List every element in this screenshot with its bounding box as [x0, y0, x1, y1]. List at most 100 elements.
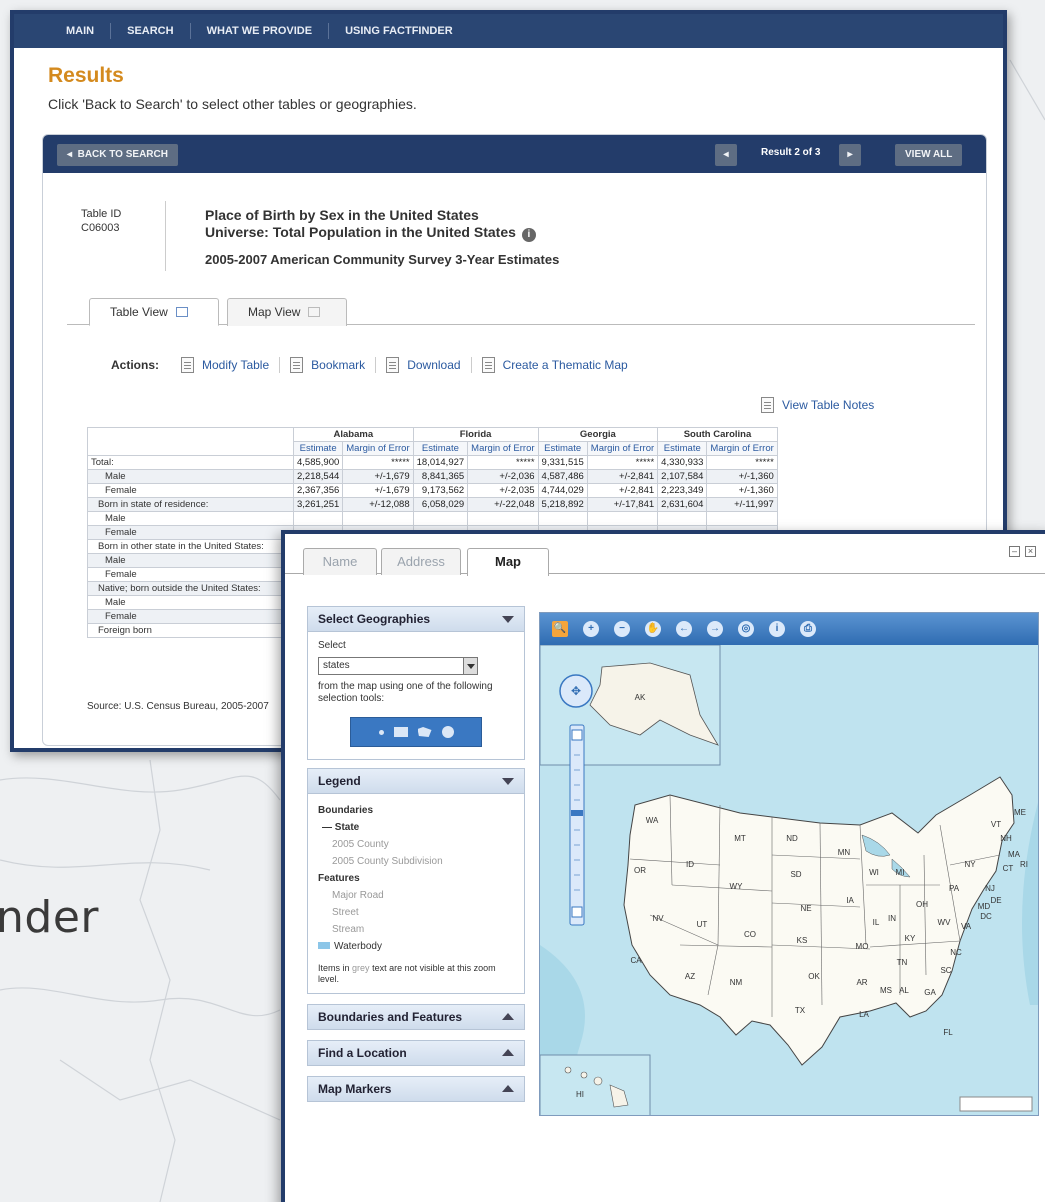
point-select-icon[interactable] — [378, 729, 384, 735]
state-label[interactable]: MN — [838, 848, 851, 857]
state-label[interactable]: NC — [950, 948, 962, 957]
state-label[interactable]: DE — [990, 896, 1001, 905]
zoom-thumb[interactable] — [571, 810, 583, 816]
legend-header[interactable]: Legend — [307, 768, 525, 794]
print-icon[interactable]: ⎙ — [800, 621, 816, 637]
state-label[interactable]: NE — [800, 904, 811, 913]
select-geographies-header[interactable]: Select Geographies — [307, 606, 525, 632]
tab-map-view[interactable]: Map View — [227, 298, 347, 326]
identify-info-icon[interactable]: i — [769, 621, 785, 637]
state-label[interactable]: SD — [790, 870, 801, 879]
state-label[interactable]: LA — [859, 1010, 869, 1019]
state-label[interactable]: IN — [888, 914, 896, 923]
previous-result-button[interactable]: ◂ — [715, 144, 737, 166]
info-icon[interactable]: i — [521, 228, 536, 242]
geography-type-select[interactable]: states — [318, 657, 478, 675]
tab-map[interactable]: Map — [467, 548, 549, 576]
state-label[interactable]: MI — [896, 868, 905, 877]
zoom-in-slider-icon[interactable] — [571, 729, 583, 741]
view-all-button[interactable]: VIEW ALL — [895, 144, 963, 166]
state-label[interactable]: AZ — [685, 972, 695, 981]
nav-search[interactable]: SEARCH — [111, 23, 191, 39]
state-label[interactable]: NM — [730, 978, 743, 987]
minimize-icon[interactable]: – — [1009, 546, 1020, 557]
create-thematic-map-link[interactable]: Create a Thematic Map — [472, 357, 638, 373]
state-label[interactable]: NH — [1000, 834, 1012, 843]
margin-of-error-header[interactable]: Margin of Error — [586, 441, 659, 456]
state-label[interactable]: NJ — [985, 884, 995, 893]
state-label[interactable]: MT — [734, 834, 746, 843]
rectangle-select-icon[interactable] — [393, 727, 408, 737]
state-label[interactable]: KY — [905, 934, 916, 943]
state-label[interactable]: MO — [856, 942, 869, 951]
tab-name[interactable]: Name — [303, 548, 377, 575]
state-label[interactable]: GA — [924, 988, 936, 997]
state-label[interactable]: CT — [1003, 864, 1014, 873]
state-label[interactable]: AR — [856, 978, 867, 987]
estimate-header[interactable]: Estimate — [412, 441, 469, 456]
zoom-in-icon[interactable]: + — [583, 621, 599, 637]
state-label[interactable]: OR — [634, 866, 646, 875]
state-label[interactable]: RI — [1020, 860, 1028, 869]
circle-select-icon[interactable] — [441, 726, 454, 738]
margin-of-error-header[interactable]: Margin of Error — [706, 441, 778, 456]
estimate-header[interactable]: Estimate — [657, 441, 708, 456]
zoom-out-slider-icon[interactable] — [571, 906, 583, 918]
margin-of-error-header[interactable]: Margin of Error — [342, 441, 414, 456]
view-table-notes-link[interactable]: View Table Notes — [761, 397, 874, 413]
margin-of-error-header[interactable]: Margin of Error — [467, 441, 539, 456]
next-result-button[interactable]: ▸ — [839, 144, 861, 166]
state-label[interactable]: OH — [916, 900, 928, 909]
bookmark-link[interactable]: Bookmark — [280, 357, 377, 373]
zoom-select-icon[interactable]: 🔍 — [552, 621, 568, 637]
state-label[interactable]: WI — [869, 868, 879, 877]
back-to-search-button[interactable]: ◂ BACK TO SEARCH — [57, 144, 178, 166]
find-location-header[interactable]: Find a Location — [307, 1040, 525, 1066]
state-label[interactable]: HI — [576, 1090, 584, 1099]
estimate-header[interactable]: Estimate — [537, 441, 588, 456]
state-label[interactable]: OK — [808, 972, 820, 981]
state-label[interactable]: TX — [795, 1006, 806, 1015]
state-label[interactable]: VA — [961, 922, 972, 931]
forward-arrow-icon[interactable]: → — [707, 621, 723, 637]
state-label[interactable]: VT — [991, 820, 1001, 829]
tab-table-view[interactable]: Table View — [89, 298, 219, 326]
state-label[interactable]: SC — [940, 966, 951, 975]
state-label[interactable]: ID — [686, 860, 694, 869]
full-extent-icon[interactable]: ◎ — [738, 621, 754, 637]
download-link[interactable]: Download — [376, 357, 472, 373]
state-label[interactable]: WV — [938, 918, 952, 927]
estimate-header[interactable]: Estimate — [292, 441, 344, 456]
nav-main[interactable]: MAIN — [50, 23, 112, 39]
state-label[interactable]: UT — [697, 920, 708, 929]
state-label[interactable]: ND — [786, 834, 798, 843]
state-label[interactable]: NY — [964, 860, 976, 869]
state-label[interactable]: AL — [899, 986, 909, 995]
state-label[interactable]: FL — [943, 1028, 953, 1037]
state-label[interactable]: DC — [980, 912, 992, 921]
state-label[interactable]: KS — [797, 936, 808, 945]
boundaries-features-header[interactable]: Boundaries and Features — [307, 1004, 525, 1030]
back-arrow-icon[interactable]: ← — [676, 621, 692, 637]
state-label[interactable]: AK — [635, 693, 646, 702]
tab-address[interactable]: Address — [381, 548, 461, 575]
state-label[interactable]: TN — [897, 958, 908, 967]
zoom-slider[interactable] — [569, 724, 585, 926]
nav-using-factfinder[interactable]: USING FACTFINDER — [329, 23, 469, 39]
state-label[interactable]: MA — [1008, 850, 1021, 859]
state-label[interactable]: WY — [730, 882, 744, 891]
polygon-select-icon[interactable] — [417, 727, 432, 737]
pan-hand-icon[interactable]: ✋ — [645, 621, 661, 637]
map-viewer[interactable]: 🔍 + − ✋ ← → ◎ i ⎙ AK HI WA OR ID MT ND S… — [539, 612, 1039, 1116]
state-label[interactable]: CA — [630, 956, 642, 965]
state-label[interactable]: IA — [846, 896, 854, 905]
nav-what-we-provide[interactable]: WHAT WE PROVIDE — [191, 23, 330, 39]
modify-table-link[interactable]: Modify Table — [171, 357, 281, 373]
zoom-out-icon[interactable]: − — [614, 621, 630, 637]
state-label[interactable]: WA — [646, 816, 659, 825]
state-label[interactable]: CO — [744, 930, 756, 939]
close-icon[interactable]: × — [1025, 546, 1036, 557]
state-label[interactable]: IL — [873, 918, 880, 927]
state-label[interactable]: NV — [652, 914, 664, 923]
map-markers-header[interactable]: Map Markers — [307, 1076, 525, 1102]
